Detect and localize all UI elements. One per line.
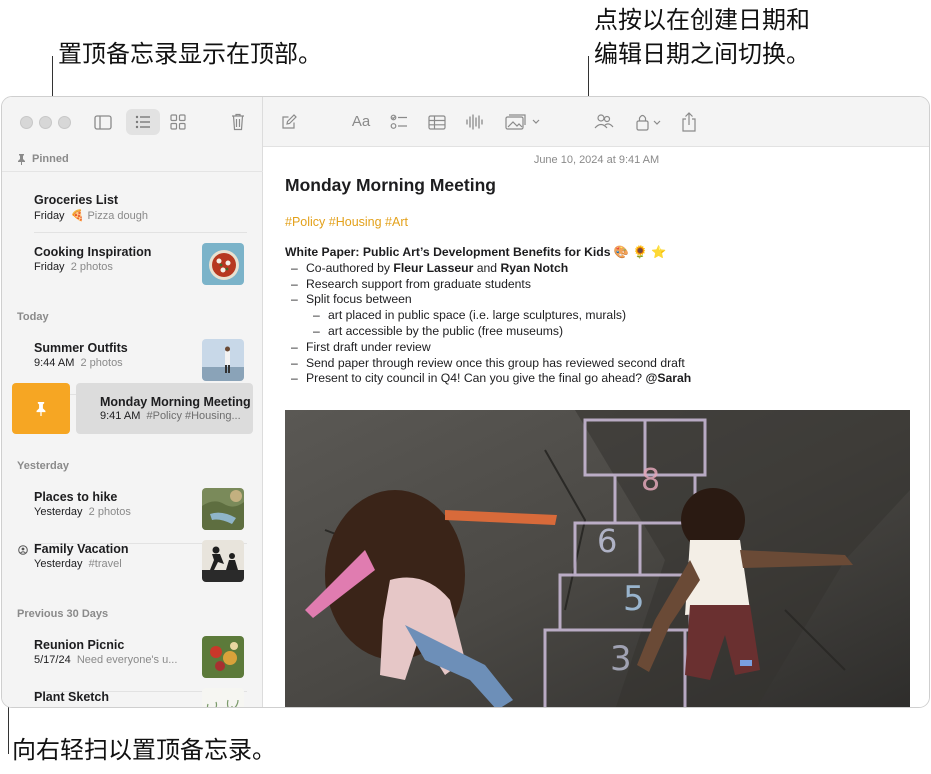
note-item-cooking[interactable]: Cooking Inspiration Friday 2 photos [2, 241, 263, 293]
pinned-divider [2, 171, 263, 172]
checklist-button[interactable] [389, 112, 409, 132]
sidebar-icon [94, 114, 112, 130]
note-subtitle: 9:41 AM #Policy #Housing... [100, 410, 241, 422]
plant-sketch-thumbnail [202, 688, 244, 707]
photo-icon [505, 114, 540, 130]
bullet-coauthors: – Co-authored by Fleur Lasseur and Ryan N… [291, 260, 569, 275]
note-subtitle: Yesterday 2 photos [34, 506, 131, 518]
zoom-window-button[interactable] [58, 116, 71, 129]
table-icon [428, 114, 446, 130]
grid-icon [170, 114, 186, 130]
note-title: Family Vacation [34, 542, 129, 556]
minimize-window-button[interactable] [39, 116, 52, 129]
bullet-first-draft: – First draft under review [291, 339, 431, 354]
media-button[interactable] [503, 112, 543, 132]
pizza-thumbnail [202, 243, 244, 285]
bullet-research: – Research support from graduate students [291, 276, 531, 291]
bullet-present: – Present to city council in Q4! Can you … [291, 371, 692, 386]
pin-icon [36, 401, 46, 416]
svg-text:3: 3 [610, 639, 632, 679]
lock-icon [636, 114, 661, 131]
trash-icon [232, 113, 244, 131]
note-subtitle: 5/17/24 Need everyone's u... [34, 654, 178, 666]
collaborate-icon [594, 114, 614, 129]
pin-note-button[interactable] [12, 383, 70, 434]
note-editor[interactable]: June 10, 2024 at 9:41 AM Monday Morning … [264, 148, 929, 707]
note-title: Summer Outfits [34, 341, 128, 355]
note-title: Groceries List [34, 193, 119, 207]
note-subtitle: 9:44 AM 2 photos [34, 357, 123, 369]
compose-icon [282, 114, 297, 129]
list-view-button[interactable] [126, 109, 160, 135]
picnic-thumbnail [202, 636, 244, 678]
mention-sarah[interactable]: @Sarah [645, 371, 691, 385]
note-item-family-vacation[interactable]: Family Vacation Yesterday #travel [2, 538, 263, 590]
pinned-section-header: Pinned [17, 153, 69, 165]
divider [34, 232, 247, 233]
note-item-groceries[interactable]: Groceries List Friday 🍕 Pizza dough [2, 189, 263, 241]
note-subtitle: Friday 🍕 Pizza dough [34, 210, 148, 222]
callout-date-toggle-2: 编辑日期之间切换。 [594, 40, 810, 68]
note-body: White Paper: Public Art’s Development Be… [285, 245, 691, 387]
bullet-send-review: – Send paper through review once this gro… [291, 355, 685, 370]
notes-window: Pinned Groceries List Friday 🍕 Pizza dou… [1, 96, 930, 708]
close-window-button[interactable] [20, 116, 33, 129]
note-heading: Monday Morning Meeting [285, 175, 496, 195]
note-tags[interactable]: #Policy #Housing #Art [285, 215, 408, 229]
note-title: Cooking Inspiration [34, 245, 152, 259]
note-item-plant-sketch[interactable]: Plant Sketch [2, 686, 263, 707]
note-title: Places to hike [34, 490, 118, 504]
note-title: Plant Sketch [34, 690, 110, 704]
checklist-icon [390, 114, 407, 129]
list-icon [135, 115, 150, 129]
note-subtitle: Friday 2 photos [34, 261, 113, 273]
outfit-thumbnail [202, 339, 244, 381]
gallery-view-button[interactable] [168, 112, 188, 132]
new-note-button[interactable] [279, 112, 299, 132]
waveform-icon [466, 114, 483, 130]
section-header-today: Today [17, 311, 49, 323]
share-button[interactable] [679, 110, 699, 134]
editor-toolbar: Aa [263, 97, 929, 147]
note-date-toggle[interactable]: June 10, 2024 at 9:41 AM [264, 154, 929, 166]
pin-icon [18, 153, 25, 165]
note-item-monday-meeting[interactable]: Monday Morning Meeting 9:41 AM #Policy #… [76, 383, 253, 434]
bullet-split-focus: – Split focus between [291, 292, 412, 307]
subbullet-public-space: – art placed in public space (i.e. large … [313, 308, 627, 323]
note-title: Reunion Picnic [34, 638, 125, 652]
svg-text:5: 5 [623, 579, 645, 619]
mention-name: Ryan Notch [500, 260, 569, 275]
subbullet-accessible: – art accessible by the public (free muse… [313, 323, 564, 338]
note-title: Monday Morning Meeting [100, 395, 251, 409]
table-button[interactable] [427, 112, 447, 132]
callout-date-toggle-1: 点按以在创建日期和 [594, 6, 810, 34]
note-item-reunion-picnic[interactable]: Reunion Picnic 5/17/24 Need everyone's u… [2, 634, 263, 692]
note-subtitle: Yesterday #travel [34, 558, 122, 570]
delete-button[interactable] [228, 111, 248, 133]
note-item-summer-outfits[interactable]: Summer Outfits 9:44 AM 2 photos [2, 337, 263, 395]
shared-icon [18, 545, 28, 555]
body-heading: White Paper: Public Art’s Development Be… [285, 245, 667, 259]
kids-hopscotch-photo[interactable]: 8 6 5 4 3 [285, 410, 910, 707]
section-header-yesterday: Yesterday [17, 460, 69, 472]
format-icon: Aa [351, 113, 371, 130]
callout-swipe-to-pin: 向右轻扫以置顶备忘录。 [12, 736, 276, 764]
section-header-previous-30-days: Previous 30 Days [17, 608, 109, 620]
lock-button[interactable] [633, 111, 665, 133]
format-button[interactable]: Aa [347, 112, 375, 132]
hike-thumbnail [202, 488, 244, 530]
sidebar: Pinned Groceries List Friday 🍕 Pizza dou… [2, 97, 263, 707]
vacation-thumbnail [202, 540, 244, 582]
audio-button[interactable] [464, 112, 484, 132]
mention-name: Fleur Lasseur [393, 260, 474, 275]
note-item-places-to-hike[interactable]: Places to hike Yesterday 2 photos [2, 486, 263, 544]
svg-text:6: 6 [597, 522, 617, 560]
svg-text:8: 8 [641, 463, 660, 498]
sidebar-toggle-button[interactable] [92, 113, 114, 131]
share-icon [682, 112, 696, 132]
collaborate-button[interactable] [593, 111, 615, 133]
callout-pinned-notes: 置顶备忘录显示在顶部。 [58, 40, 322, 68]
